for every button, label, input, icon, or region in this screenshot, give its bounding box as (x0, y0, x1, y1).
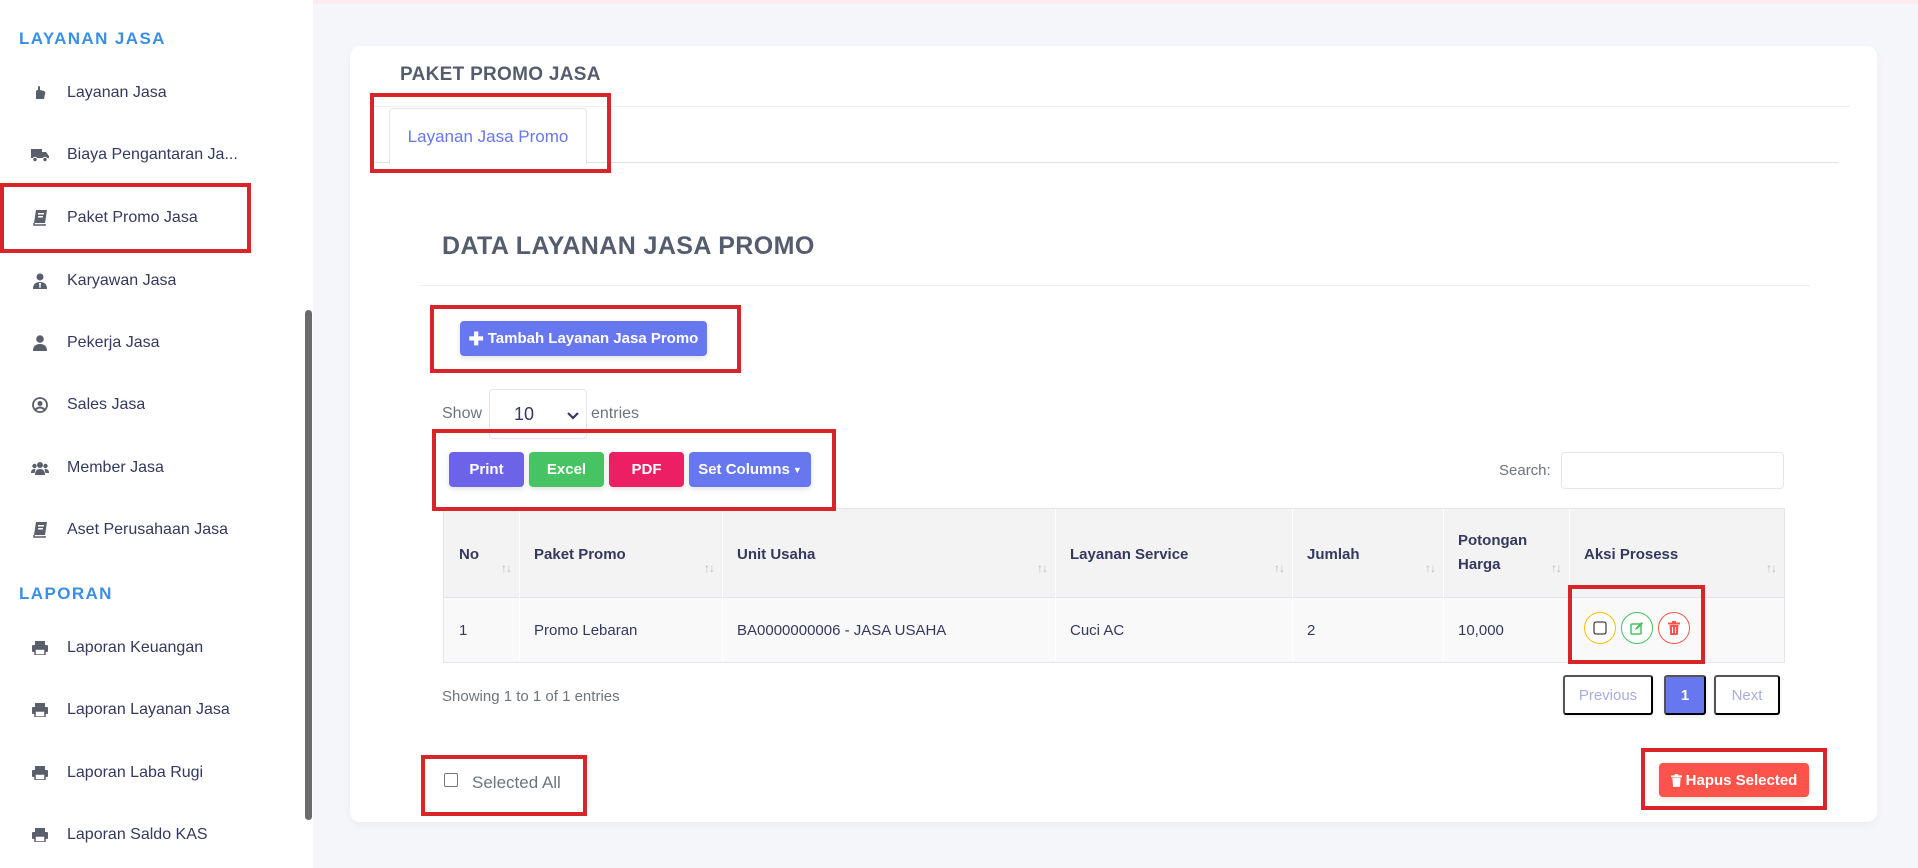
highlight-sidebar-item (0, 183, 251, 253)
printer-icon (31, 764, 49, 782)
highlight-add-button (430, 305, 741, 373)
sidebar-item-sales-jasa[interactable]: Sales Jasa (0, 381, 300, 429)
entries-select-value: 10 (514, 403, 535, 424)
sidebar-item-label: Karyawan Jasa (67, 272, 177, 289)
sidebar-item-label: Laporan Laba Rugi (67, 764, 204, 781)
sidebar-item-label: Laporan Layanan Jasa (67, 701, 230, 718)
sidebar-item-laporan-saldo-kas[interactable]: Laporan Saldo KAS (0, 811, 300, 859)
search-label: Search: (1499, 462, 1551, 479)
sidebar-item-member-jasa[interactable]: Member Jasa (0, 444, 300, 492)
cell-paket-promo: Promo Lebaran (534, 622, 638, 639)
column-separator (1292, 509, 1293, 662)
sidebar-item-pekerja-jasa[interactable]: Pekerja Jasa (0, 319, 300, 367)
section-divider (420, 285, 1810, 286)
sidebar-item-layanan-jasa[interactable]: Layanan Jasa (0, 69, 300, 117)
printer-icon (31, 701, 49, 719)
column-header-potongan-harga[interactable]: Potongan Harga ↑↓ (1443, 509, 1569, 597)
menu-header-laporan: LAPORAN (19, 584, 113, 603)
sort-icon: ↑↓ (1551, 561, 1562, 575)
highlight-hapus-selected (1641, 748, 1827, 810)
column-header-no[interactable]: No ↑↓ (444, 509, 519, 597)
previous-page-button[interactable]: Previous (1563, 675, 1653, 715)
user-icon (31, 334, 49, 352)
sidebar-item-label: Laporan Keuangan (67, 639, 204, 656)
cell-layanan-service: Cuci AC (1070, 622, 1125, 639)
search-input[interactable] (1561, 452, 1784, 489)
table-header: No ↑↓ Paket Promo ↑↓ Unit Usaha ↑↓ Layanan … (444, 509, 1784, 597)
show-label: Show (442, 405, 483, 422)
sidebar-item-laporan-laba-rugi[interactable]: Laporan Laba Rugi (0, 749, 300, 797)
table-info: Showing 1 to 1 of 1 entries (442, 688, 620, 705)
highlight-selected-all (421, 755, 587, 816)
sidebar-item-label: Laporan Saldo KAS (67, 826, 208, 843)
page-1-button[interactable]: 1 (1664, 675, 1706, 715)
next-page-button[interactable]: Next (1714, 675, 1780, 715)
sidebar-item-laporan-keuangan[interactable]: Laporan Keuangan (0, 624, 300, 672)
entries-label: entries (591, 405, 640, 422)
printer-icon (31, 826, 49, 844)
sidebar-item-label: Biaya Pengantaran Ja... (67, 146, 238, 163)
column-separator (722, 509, 723, 662)
sidebar-item-karyawan-jasa[interactable]: Karyawan Jasa (0, 257, 300, 305)
sidebar-item-label: Layanan Jasa (67, 84, 167, 101)
sidebar-item-label: Member Jasa (67, 459, 164, 476)
highlight-export-buttons (432, 429, 836, 511)
sidebar-item-label: Pekerja Jasa (67, 334, 160, 351)
hand-icon (31, 84, 49, 102)
sidebar-item-label: Aset Perusahaan Jasa (67, 521, 228, 538)
sort-icon: ↑↓ (501, 561, 512, 575)
sidebar-item-label: Sales Jasa (67, 396, 146, 413)
sort-icon: ↑↓ (1037, 561, 1048, 575)
sidebar-item-biaya-pengantaran[interactable]: Biaya Pengantaran Ja... (0, 131, 300, 179)
page-title: PAKET PROMO JASA (400, 64, 601, 85)
section-title: DATA LAYANAN JASA PROMO (442, 232, 815, 260)
cell-no: 1 (459, 622, 468, 639)
highlight-row-actions (1568, 585, 1705, 664)
column-separator (519, 509, 520, 662)
sidebar-item-laporan-layanan-jasa[interactable]: Laporan Layanan Jasa (0, 686, 300, 734)
sort-icon: ↑↓ (1425, 561, 1436, 575)
highlight-tab (370, 93, 611, 173)
sort-icon: ↑↓ (1274, 561, 1285, 575)
truck-icon (31, 146, 49, 164)
sidebar-scrollbar[interactable] (305, 310, 312, 820)
column-separator (1055, 509, 1056, 662)
column-header-aksi-prosess[interactable]: Aksi Prosess ↑↓ (1569, 509, 1784, 597)
column-header-layanan-service[interactable]: Layanan Service ↑↓ (1055, 509, 1292, 597)
sidebar-item-aset-perusahaan-jasa[interactable]: Aset Perusahaan Jasa (0, 506, 300, 554)
column-header-paket-promo[interactable]: Paket Promo ↑↓ (519, 509, 722, 597)
sidebar: LAYANAN JASA Layanan Jasa Biaya Penganta… (0, 0, 313, 868)
column-header-unit-usaha[interactable]: Unit Usaha ↑↓ (722, 509, 1055, 597)
column-header-jumlah[interactable]: Jumlah ↑↓ (1292, 509, 1443, 597)
sort-icon: ↑↓ (704, 561, 715, 575)
cell-potongan-harga: 10,000 (1458, 622, 1504, 639)
printer-icon (31, 639, 49, 657)
user-circle-icon (31, 396, 49, 414)
cell-jumlah: 2 (1307, 622, 1316, 639)
menu-header-layanan-jasa: LAYANAN JASA (19, 29, 166, 48)
user-tie-icon (31, 272, 49, 290)
sort-icon: ↑↓ (1766, 561, 1777, 575)
users-icon (31, 459, 49, 477)
cell-unit-usaha: BA0000000006 - JASA USAHA (737, 622, 947, 639)
book-icon (31, 521, 49, 539)
column-separator (1443, 509, 1444, 662)
chevron-down-icon (566, 406, 580, 427)
